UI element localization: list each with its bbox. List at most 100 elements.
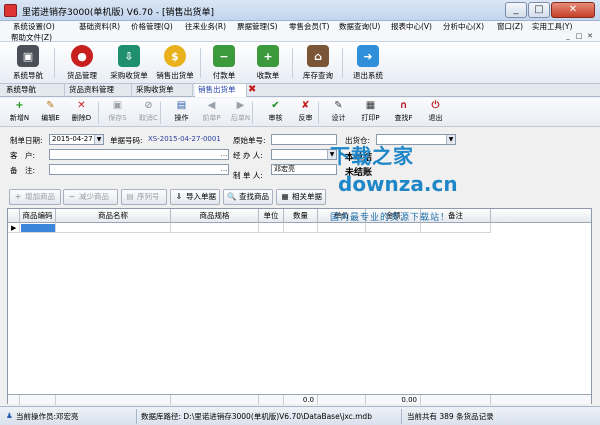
delete-button[interactable]: ✕ 删除D — [67, 100, 96, 125]
order-items-grid[interactable]: 商品编码 商品名称 商品规格 单位 数量 单价 金额 备注 ▶ 0.0 0.00 — [7, 208, 592, 405]
approve-button[interactable]: ✔ 审核 — [261, 100, 290, 125]
tab-system-navigation[interactable]: 系统导航 — [3, 84, 65, 97]
menu-data-query[interactable]: 数据查询(U) — [338, 21, 381, 33]
col-unit-price[interactable]: 单价 — [318, 209, 366, 223]
menu-price-management[interactable]: 价格管理(Q) — [130, 21, 174, 33]
next-order-button[interactable]: ▶ 后单N — [226, 100, 255, 125]
note-field[interactable]: … — [49, 164, 229, 175]
design-button[interactable]: ✎ 设计 — [324, 100, 353, 125]
record-count-status: 当前共有 389 条货品记录 — [407, 412, 494, 421]
toolbar-label: 编辑E — [41, 114, 60, 122]
inventory-query-button[interactable]: ⌂ 库存查询 — [298, 45, 338, 82]
tab-purchase-receipt[interactable]: 采购收货单 — [133, 84, 193, 97]
menu-bar: 系统设置(O) 基础资料(R) 价格管理(Q) 往来业务(R) 票据管理(S) … — [0, 21, 600, 42]
selected-cell[interactable] — [21, 224, 55, 232]
related-orders-button[interactable]: ▦ 相关单据 — [276, 189, 326, 205]
customer-field[interactable]: … — [49, 149, 229, 160]
design-icon: ✎ — [334, 100, 343, 111]
col-quantity[interactable]: 数量 — [284, 209, 318, 223]
operate-button[interactable]: ▤ 操作 — [167, 100, 196, 125]
col-product-name[interactable]: 商品名称 — [56, 209, 171, 223]
new-button[interactable]: + 新增N — [5, 100, 34, 125]
menu-analysis-center[interactable]: 分析中心(X) — [442, 21, 485, 33]
close-tab-icon[interactable]: ✖ — [248, 85, 256, 95]
edit-button[interactable]: ✎ 编辑E — [36, 100, 65, 125]
unapprove-button[interactable]: ✘ 反审 — [291, 100, 320, 125]
toolbar-label: 前单P — [202, 114, 221, 122]
grid-cell[interactable] — [421, 223, 491, 233]
col-spec[interactable]: 商品规格 — [171, 209, 259, 223]
remove-goods-button[interactable]: − 减少商品 — [63, 189, 118, 205]
row-header — [8, 209, 20, 223]
col-unit[interactable]: 单位 — [259, 209, 284, 223]
delete-x-icon: ✕ — [77, 100, 86, 111]
grid-cell[interactable] — [171, 223, 259, 233]
find-goods-button[interactable]: 🔍 查找商品 — [223, 189, 273, 205]
maximize-button[interactable]: □ — [528, 2, 550, 18]
toolbar-label: 操作 — [174, 114, 189, 122]
col-amount[interactable]: 金额 — [366, 209, 421, 223]
col-product-code[interactable]: 商品编码 — [20, 209, 56, 223]
grid-cell[interactable] — [259, 223, 284, 233]
receipt-button[interactable]: + 收款单 — [250, 45, 286, 82]
sales-delivery-button[interactable]: $ 销售出货单 — [153, 45, 197, 82]
grid-cell[interactable] — [284, 223, 318, 233]
cancel-button[interactable]: ⊘ 取消C — [134, 100, 163, 125]
toolbar-separator — [292, 48, 293, 78]
exit-button[interactable]: ⏻ 退出 — [421, 100, 450, 125]
purchase-receipt-button[interactable]: ⇩ 采购收货单 — [106, 45, 152, 82]
goods-management-button[interactable]: ● 货品管理 — [62, 45, 102, 82]
mdi-restore-button[interactable]: □ — [574, 32, 584, 41]
minimize-button[interactable]: _ — [505, 2, 527, 18]
toolbar-label: 退出 — [428, 114, 443, 122]
orig-no-field[interactable] — [271, 134, 337, 145]
col-note[interactable]: 备注 — [421, 209, 491, 223]
date-picker[interactable]: 2015-04-27 ▼ — [49, 134, 104, 145]
ellipsis-icon[interactable]: … — [220, 165, 228, 174]
find-button[interactable]: ∩ 查找F — [389, 100, 418, 125]
action-label: 相关单据 — [292, 192, 322, 201]
grid-cell[interactable] — [318, 223, 366, 233]
payment-button[interactable]: − 付款单 — [206, 45, 242, 82]
serial-no-button[interactable]: ▤ 序列号 — [121, 189, 167, 205]
order-no-label: 单据号码: — [110, 136, 143, 145]
menu-retail-members[interactable]: 零售会员(T) — [288, 21, 330, 33]
toolbar-label: 取消C — [139, 114, 158, 122]
warehouse-select[interactable]: ▼ — [376, 134, 456, 145]
order-no-value: XS-2015-04-27-0001 — [148, 135, 221, 143]
menu-basic-data[interactable]: 基础资料(R) — [78, 21, 121, 33]
menu-window[interactable]: 窗口(Z) — [496, 21, 524, 33]
grid-header: 商品编码 商品名称 商品规格 单位 数量 单价 金额 备注 — [8, 209, 591, 223]
ellipsis-icon[interactable]: … — [220, 150, 228, 159]
grid-cell[interactable] — [56, 223, 171, 233]
grid-cell[interactable] — [366, 223, 421, 233]
add-goods-button[interactable]: + 增加商品 — [9, 189, 61, 205]
close-window-button[interactable]: ✕ — [551, 2, 595, 18]
chevron-down-icon[interactable]: ▼ — [446, 135, 455, 144]
exit-system-button[interactable]: ➜ 退出系统 — [348, 45, 388, 82]
chevron-down-icon[interactable]: ▼ — [94, 135, 103, 144]
maker-field[interactable]: 邓宏亮 — [271, 164, 337, 175]
cross-icon: ✘ — [301, 100, 310, 111]
menu-business[interactable]: 往来业务(R) — [184, 21, 227, 33]
toolbar-label: 保存S — [108, 114, 127, 122]
apple-goods-icon: ● — [71, 45, 93, 67]
save-button[interactable]: ▣ 保存S — [103, 100, 132, 125]
plus-icon: + — [15, 100, 24, 111]
title-bar: 里诺进销存3000(单机版) V6.70 - [销售出货单] _ □ ✕ — [0, 0, 600, 21]
system-navigation-button[interactable]: ▣ 系统导航 — [6, 45, 50, 82]
handler-select[interactable]: ▼ — [271, 149, 337, 160]
import-order-button[interactable]: ⇩ 导入单据 — [170, 189, 220, 205]
tab-goods-management[interactable]: 货品资料管理 — [66, 84, 132, 97]
prev-order-button[interactable]: ◀ 前单P — [197, 100, 226, 125]
tab-sales-delivery[interactable]: 销售出货单 — [195, 84, 247, 97]
mdi-close-button[interactable]: ✕ — [585, 32, 595, 41]
chevron-down-icon[interactable]: ▼ — [327, 150, 336, 159]
print-button[interactable]: ▦ 打印P — [356, 100, 385, 125]
toolbar-separator — [160, 102, 161, 124]
menu-documents[interactable]: 票据管理(S) — [236, 21, 279, 33]
menu-report-center[interactable]: 报表中心(V) — [390, 21, 433, 33]
item-action-bar: + 增加商品 − 减少商品 ▤ 序列号 ⇩ 导入单据 🔍 查找商品 ▦ 相关单据 — [0, 187, 600, 207]
mdi-minimize-button[interactable]: _ — [563, 32, 573, 41]
purchase-receipt-icon: ⇩ — [118, 45, 140, 67]
